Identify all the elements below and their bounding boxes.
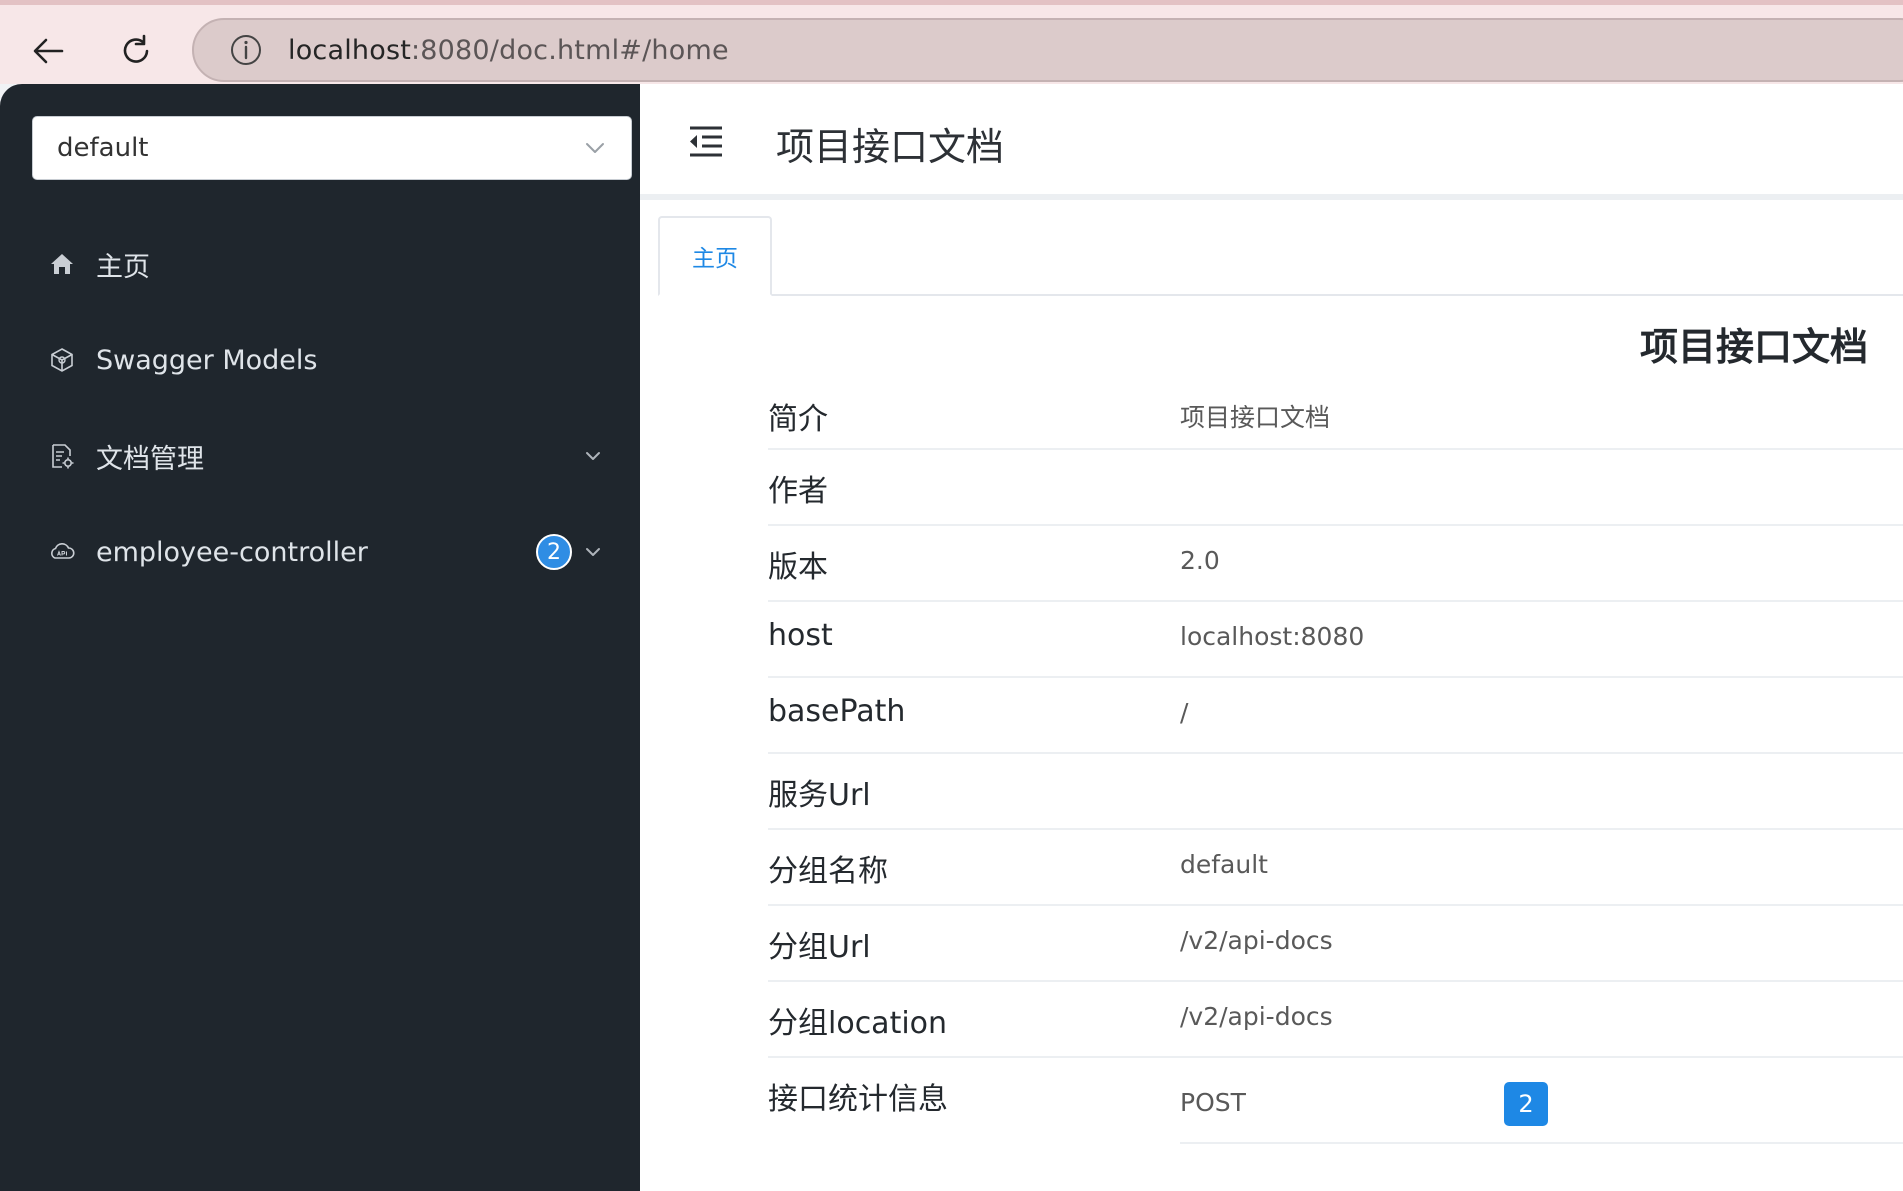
group-select[interactable]: default [32, 116, 632, 180]
table-row: 简介 项目接口文档 [768, 374, 1903, 450]
document-settings-icon [52, 444, 74, 469]
back-button[interactable] [20, 23, 76, 79]
info-key: 分组Url [768, 930, 871, 965]
info-key: 分组location [768, 1006, 948, 1041]
chevron-down-icon [586, 143, 604, 153]
table-row: 服务Url [768, 754, 1903, 830]
info-key: host [768, 618, 833, 653]
browser-toolbar: localhost:8080/doc.html#/home [0, 0, 1903, 84]
info-value: 项目接口文档 [1180, 403, 1331, 432]
table-row: 分组名称 default [768, 830, 1903, 906]
cube-icon [51, 348, 73, 372]
sidebar: default 主页 Swagger Models 文档管理 employee-… [0, 84, 640, 1191]
group-select-value: default [57, 133, 149, 163]
info-key: 接口统计信息 [768, 1082, 948, 1117]
info-table: 简介 项目接口文档 作者 版本 2.0 host localhost:8080 … [768, 374, 1903, 1144]
table-row: 作者 [768, 450, 1903, 526]
method-count-badge: 2 [1504, 1082, 1548, 1126]
sidebar-item-label: 主页 [96, 251, 150, 283]
url-path: :8080/doc.html#/home [411, 34, 729, 66]
app-shell: default 主页 Swagger Models 文档管理 employee-… [0, 84, 1903, 1191]
sidebar-item-label: Swagger Models [96, 344, 318, 376]
sidebar-item-label: employee-controller [96, 536, 368, 568]
page-title: 项目接口文档 [776, 125, 1005, 169]
reload-icon [123, 34, 149, 63]
sidebar-item-home[interactable]: 主页 [0, 228, 640, 300]
info-key: 分组名称 [768, 854, 888, 889]
table-row: 分组Url /v2/api-docs [768, 906, 1903, 982]
chevron-down-icon [586, 452, 600, 460]
sidebar-item-swagger-models[interactable]: Swagger Models [0, 324, 640, 396]
tab-bar: 主页 [658, 216, 1903, 296]
info-value: /v2/api-docs [1180, 1002, 1333, 1031]
chevron-down-icon [586, 548, 600, 556]
api-cloud-icon [51, 543, 75, 559]
top-header: 项目接口文档 [640, 84, 1903, 200]
info-key: 服务Url [768, 778, 871, 813]
table-row: 版本 2.0 [768, 526, 1903, 602]
info-key: 版本 [768, 550, 828, 585]
reload-button[interactable] [108, 23, 164, 79]
info-value: /v2/api-docs [1180, 926, 1333, 955]
doc-title: 项目接口文档 [1640, 325, 1869, 369]
divider [1180, 1142, 1903, 1144]
menu-collapse-icon[interactable] [686, 122, 726, 162]
table-row: 分组location /v2/api-docs [768, 982, 1903, 1058]
info-key: basePath [768, 694, 906, 729]
sidebar-item-doc-management[interactable]: 文档管理 [0, 420, 640, 492]
url-host: localhost [288, 34, 411, 66]
info-key: 作者 [768, 474, 828, 509]
info-value: default [1180, 850, 1268, 879]
count-badge: 2 [536, 534, 572, 570]
sidebar-item-employee-controller[interactable]: employee-controller 2 [0, 516, 640, 588]
site-info-icon[interactable] [228, 32, 264, 68]
url-text: localhost:8080/doc.html#/home [288, 35, 729, 66]
info-value: 2.0 [1180, 546, 1220, 575]
home-icon [51, 254, 73, 274]
info-value: / [1180, 698, 1189, 727]
tab-home[interactable]: 主页 [658, 216, 772, 296]
stats-row: 接口统计信息 POST 2 [768, 1058, 1903, 1144]
method-name: POST [1180, 1088, 1246, 1117]
info-value: localhost:8080 [1180, 622, 1365, 651]
sidebar-item-label: 文档管理 [96, 443, 204, 475]
arrow-left-icon [33, 38, 64, 64]
table-row: basePath / [768, 678, 1903, 754]
main-content: 项目接口文档 主页 项目接口文档 简介 项目接口文档 作者 版本 2.0 hos… [640, 84, 1903, 1191]
info-key: 简介 [768, 402, 828, 437]
table-row: host localhost:8080 [768, 602, 1903, 678]
address-bar[interactable]: localhost:8080/doc.html#/home [192, 18, 1903, 82]
